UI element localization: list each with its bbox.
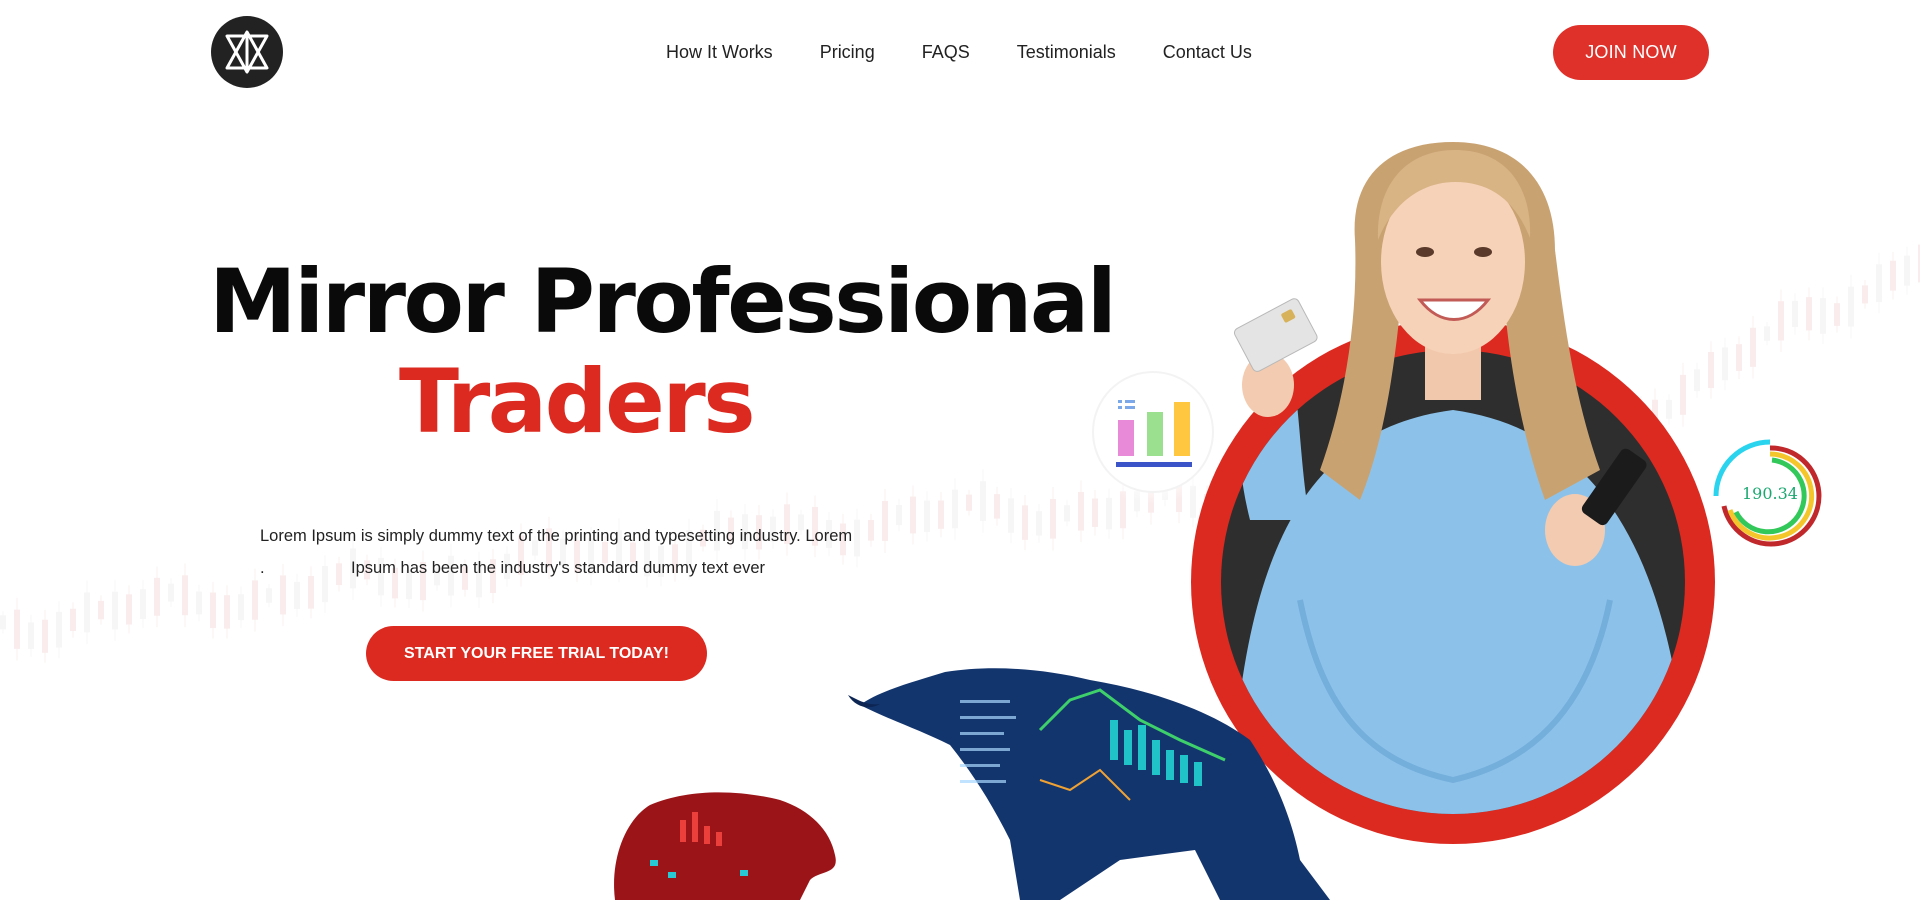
- hero-description: Lorem Ipsum is simply dummy text of the …: [260, 520, 900, 584]
- join-now-button[interactable]: JOIN NOW: [1553, 25, 1709, 80]
- main-nav: How It Works Pricing FAQS Testimonials C…: [666, 40, 1299, 64]
- hero-title: Mirror Professional Traders: [209, 250, 1117, 453]
- bear-market-illustration: [614, 792, 836, 900]
- nav-how-it-works[interactable]: How It Works: [666, 40, 773, 64]
- site-header: How It Works Pricing FAQS Testimonials C…: [0, 0, 1920, 105]
- hero-description-line2: Ipsum has been the industry's standard d…: [351, 559, 766, 577]
- nav-testimonials[interactable]: Testimonials: [1017, 40, 1116, 64]
- gauge-value: 190.34: [1742, 484, 1798, 503]
- trader-portrait-circle: [1191, 142, 1715, 844]
- hero-description-line1: Lorem Ipsum is simply dummy text of the …: [260, 527, 853, 545]
- hero-title-line2: Traders: [399, 350, 756, 453]
- start-free-trial-button[interactable]: START YOUR FREE TRIAL TODAY!: [366, 626, 707, 681]
- interlocked-triangle-logo-icon[interactable]: [211, 16, 283, 88]
- nav-faqs[interactable]: FAQS: [922, 40, 970, 64]
- nav-pricing[interactable]: Pricing: [820, 40, 875, 64]
- nav-contact-us[interactable]: Contact Us: [1163, 40, 1252, 64]
- hero-description-dot: .: [260, 559, 265, 577]
- hero-title-line1: Mirror Professional: [209, 250, 1117, 353]
